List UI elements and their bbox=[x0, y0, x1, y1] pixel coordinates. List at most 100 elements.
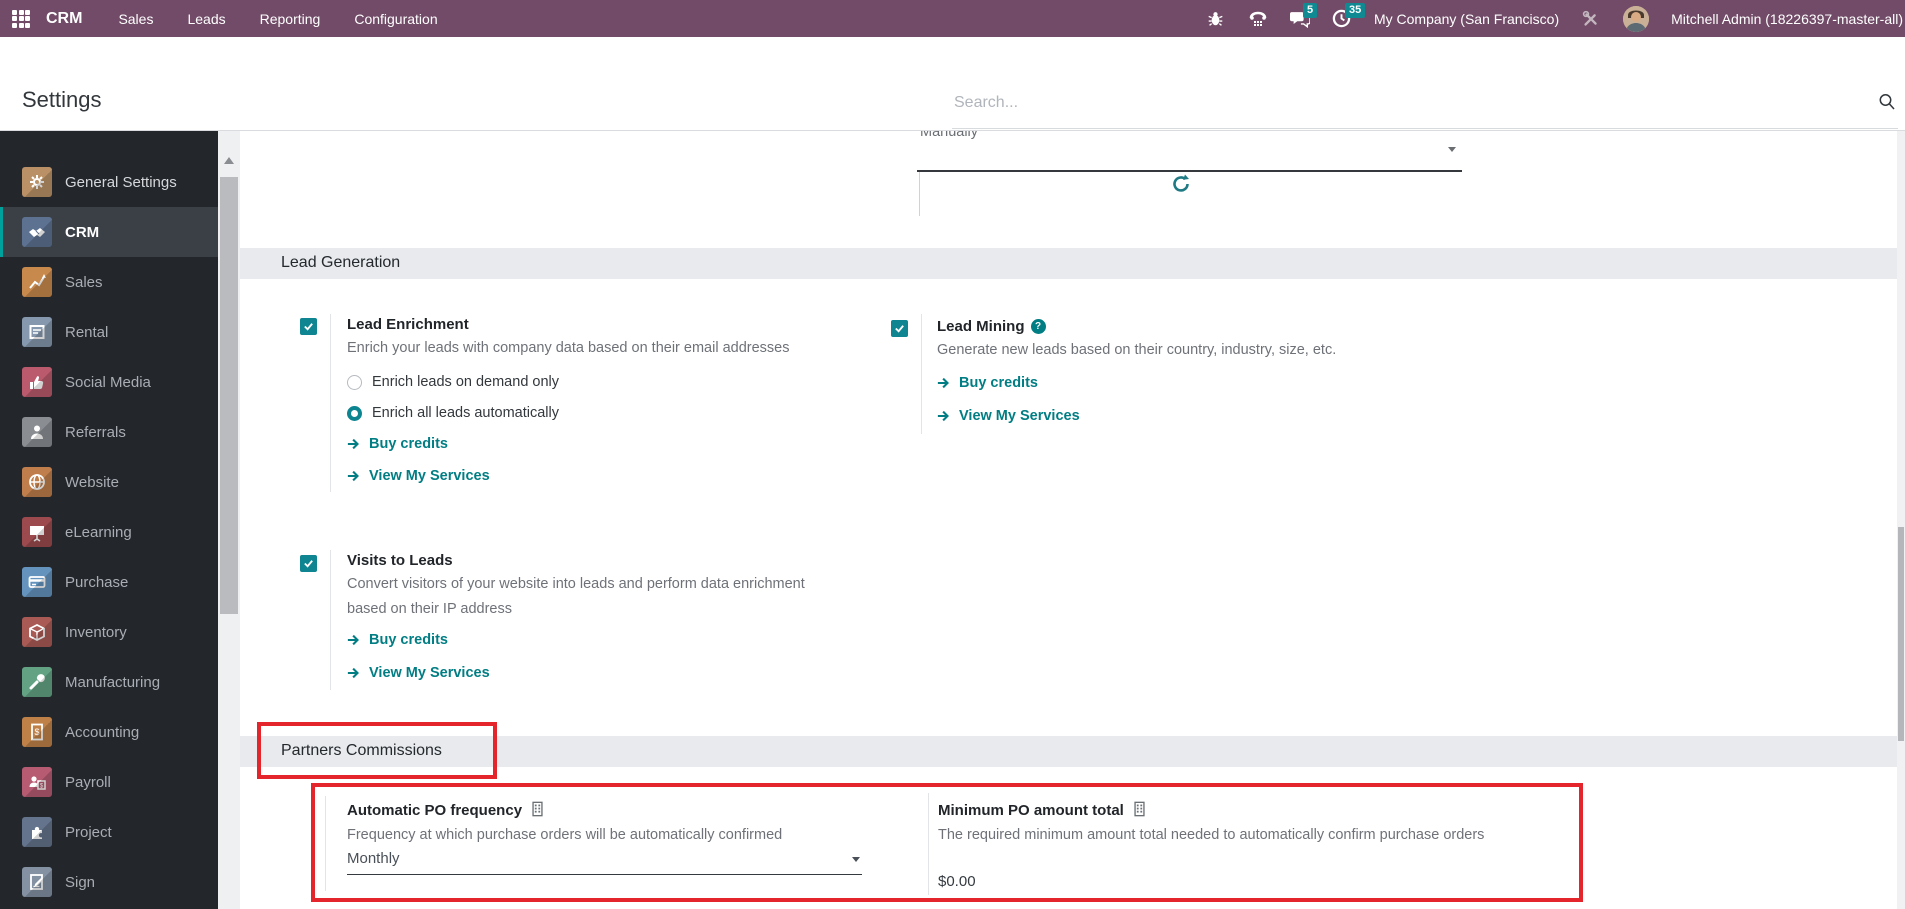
arrow-right-icon bbox=[937, 377, 949, 389]
sales-chart-icon bbox=[22, 267, 52, 297]
invoice-icon: $ bbox=[22, 717, 52, 747]
buy-credits-link[interactable]: Buy credits bbox=[347, 632, 448, 648]
view-my-services-link[interactable]: View My Services bbox=[937, 408, 1080, 424]
svg-text:$: $ bbox=[34, 727, 39, 737]
sidebar-item-manufacturing[interactable]: Manufacturing bbox=[0, 657, 218, 707]
view-my-services-link[interactable]: View My Services bbox=[347, 665, 490, 681]
building-icon bbox=[1134, 801, 1145, 817]
lead-enrichment-desc: Enrich your leads with company data base… bbox=[347, 340, 790, 356]
search-icon[interactable] bbox=[1878, 93, 1896, 116]
sidebar-item-referrals[interactable]: Referrals bbox=[0, 407, 218, 457]
link-label: Buy credits bbox=[959, 375, 1038, 391]
menu-leads[interactable]: Leads bbox=[187, 11, 225, 27]
sidebar-item-label: Referrals bbox=[65, 423, 126, 441]
visits-to-leads-title: Visits to Leads bbox=[347, 552, 453, 569]
menu-reporting[interactable]: Reporting bbox=[260, 11, 321, 27]
enrich-on-demand-radio[interactable]: Enrich leads on demand only bbox=[347, 374, 559, 390]
link-label: Buy credits bbox=[369, 436, 448, 452]
link-label: View My Services bbox=[369, 665, 490, 681]
lead-mining-title: Lead Mining? bbox=[937, 318, 1046, 335]
content-scrollbar-thumb[interactable] bbox=[1898, 527, 1904, 741]
sidebar-item-label: Rental bbox=[65, 323, 109, 341]
payroll-icon: $ bbox=[22, 767, 52, 797]
sidebar-item-elearning[interactable]: eLearning bbox=[0, 507, 218, 557]
apps-menu-icon[interactable] bbox=[12, 9, 30, 28]
arrow-right-icon bbox=[937, 410, 949, 422]
lead-enrichment-checkbox[interactable] bbox=[300, 318, 317, 335]
sidebar-item-accounting[interactable]: $ Accounting bbox=[0, 707, 218, 757]
sidebar-item-crm[interactable]: CRM bbox=[0, 207, 218, 257]
sidebar-scrollbar-thumb[interactable] bbox=[220, 177, 238, 614]
top-navbar: CRM Sales Leads Reporting Configuration … bbox=[0, 0, 1905, 37]
minimum-po-amount-title: Minimum PO amount total bbox=[938, 801, 1147, 819]
sidebar-item-inventory[interactable]: Inventory bbox=[0, 607, 218, 657]
setting-pane-border bbox=[325, 796, 326, 891]
section-lead-generation: Lead Generation bbox=[240, 248, 1897, 279]
menu-configuration[interactable]: Configuration bbox=[354, 11, 437, 27]
search-input[interactable] bbox=[952, 93, 1836, 113]
lead-mining-checkbox[interactable] bbox=[891, 320, 908, 337]
sidebar-scrollbar[interactable] bbox=[218, 131, 240, 909]
link-label: View My Services bbox=[959, 408, 1080, 424]
sidebar-item-sales[interactable]: Sales bbox=[0, 257, 218, 307]
automatic-po-frequency-title: Automatic PO frequency bbox=[347, 801, 545, 819]
building-icon bbox=[532, 801, 543, 817]
automatic-po-frequency-desc: Frequency at which purchase orders will … bbox=[347, 827, 783, 843]
sidebar-item-label: Purchase bbox=[65, 573, 129, 591]
messages-icon[interactable]: 5 bbox=[1289, 2, 1318, 29]
lead-enrichment-title: Lead Enrichment bbox=[347, 316, 469, 333]
setting-pane-border bbox=[928, 793, 929, 895]
radio-label: Enrich all leads automatically bbox=[372, 405, 559, 421]
panel-left-border bbox=[919, 172, 920, 216]
avatar[interactable] bbox=[1623, 5, 1650, 32]
topbar-systray: 5 35 My Company (San Francisco) Mitchell… bbox=[1206, 2, 1905, 32]
buy-credits-link[interactable]: Buy credits bbox=[347, 436, 448, 452]
debug-bug-icon[interactable] bbox=[1206, 9, 1226, 29]
credit-card-icon bbox=[22, 567, 52, 597]
buy-credits-link[interactable]: Buy credits bbox=[937, 375, 1038, 391]
thumbs-up-icon bbox=[22, 367, 52, 397]
wrench-icon bbox=[22, 667, 52, 697]
content-scrollbar[interactable] bbox=[1897, 131, 1905, 909]
link-label: View My Services bbox=[369, 468, 490, 484]
refresh-icon[interactable] bbox=[1170, 173, 1192, 200]
scrollbar-up-arrow[interactable] bbox=[224, 157, 234, 164]
assignment-frequency-select[interactable]: Manually bbox=[917, 131, 1462, 172]
voip-phone-icon[interactable] bbox=[1248, 9, 1268, 29]
arrow-right-icon bbox=[347, 634, 359, 646]
sidebar-item-purchase[interactable]: Purchase bbox=[0, 557, 218, 607]
arrow-right-icon bbox=[347, 470, 359, 482]
support-tools-icon[interactable] bbox=[1581, 9, 1601, 29]
sidebar-item-general-settings[interactable]: General Settings bbox=[0, 157, 218, 207]
app-name[interactable]: CRM bbox=[46, 10, 82, 28]
sidebar-item-project[interactable]: Project bbox=[0, 807, 218, 857]
sidebar-item-payroll[interactable]: $ Payroll bbox=[0, 757, 218, 807]
sidebar-item-label: Sales bbox=[65, 273, 103, 291]
chevron-down-icon[interactable] bbox=[852, 857, 860, 862]
po-frequency-select[interactable]: Monthly bbox=[347, 850, 400, 867]
minimum-po-amount-value[interactable]: $0.00 bbox=[938, 873, 976, 890]
sidebar-item-rental[interactable]: Rental bbox=[0, 307, 218, 357]
page-title: Settings bbox=[22, 87, 102, 112]
visits-to-leads-checkbox[interactable] bbox=[300, 555, 317, 572]
activities-clock-icon[interactable]: 35 bbox=[1332, 2, 1366, 29]
chevron-down-icon bbox=[1448, 147, 1456, 152]
company-switcher[interactable]: My Company (San Francisco) bbox=[1374, 11, 1559, 27]
main-menu: Sales Leads Reporting Configuration bbox=[118, 11, 437, 27]
sidebar-item-social-media[interactable]: Social Media bbox=[0, 357, 218, 407]
menu-sales[interactable]: Sales bbox=[118, 11, 153, 27]
setting-pane-border bbox=[330, 314, 331, 492]
svg-text:$: $ bbox=[40, 784, 44, 790]
enrich-automatically-radio[interactable]: Enrich all leads automatically bbox=[347, 405, 559, 421]
sidebar-item-sign[interactable]: Sign bbox=[0, 857, 218, 907]
help-icon[interactable]: ? bbox=[1030, 319, 1046, 334]
sidebar-item-label: Social Media bbox=[65, 373, 151, 391]
title-text: Minimum PO amount total bbox=[938, 802, 1124, 819]
user-menu[interactable]: Mitchell Admin (18226397-master-all) bbox=[1671, 11, 1903, 27]
settings-content: Manually Lead Generation Lead Enrichment… bbox=[240, 131, 1897, 909]
gear-icon bbox=[22, 167, 52, 197]
sidebar-item-label: Accounting bbox=[65, 723, 140, 741]
sidebar-item-website[interactable]: Website bbox=[0, 457, 218, 507]
view-my-services-link[interactable]: View My Services bbox=[347, 468, 490, 484]
arrow-right-icon bbox=[347, 667, 359, 679]
